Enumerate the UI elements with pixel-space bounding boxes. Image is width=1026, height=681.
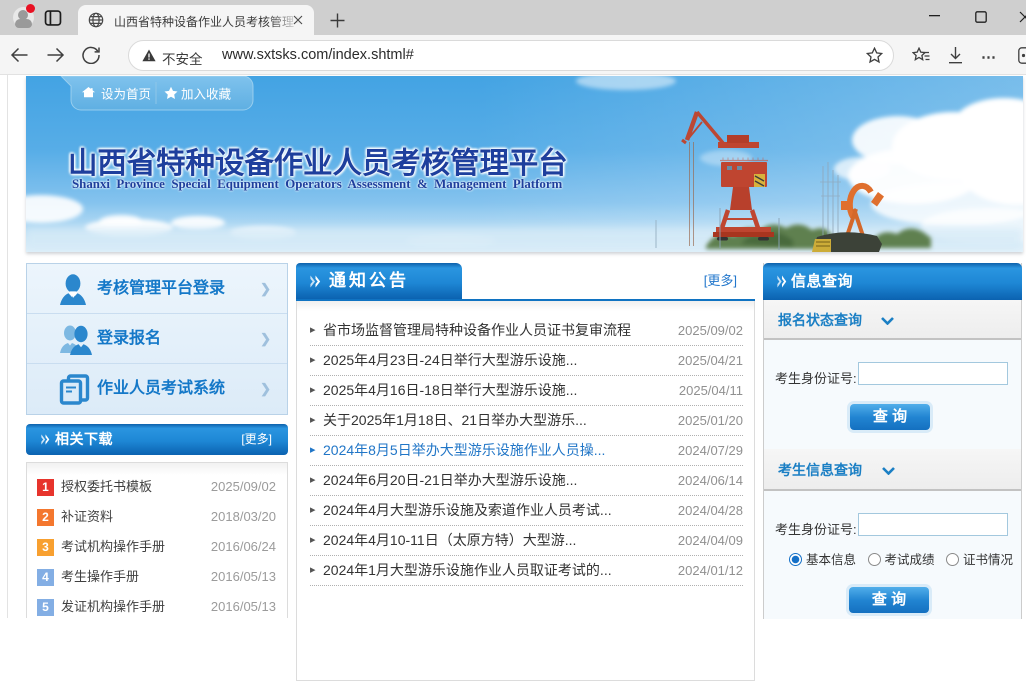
svg-text:加入收藏: 加入收藏 [181,88,232,102]
svg-text:设为首页: 设为首页 [101,87,151,102]
